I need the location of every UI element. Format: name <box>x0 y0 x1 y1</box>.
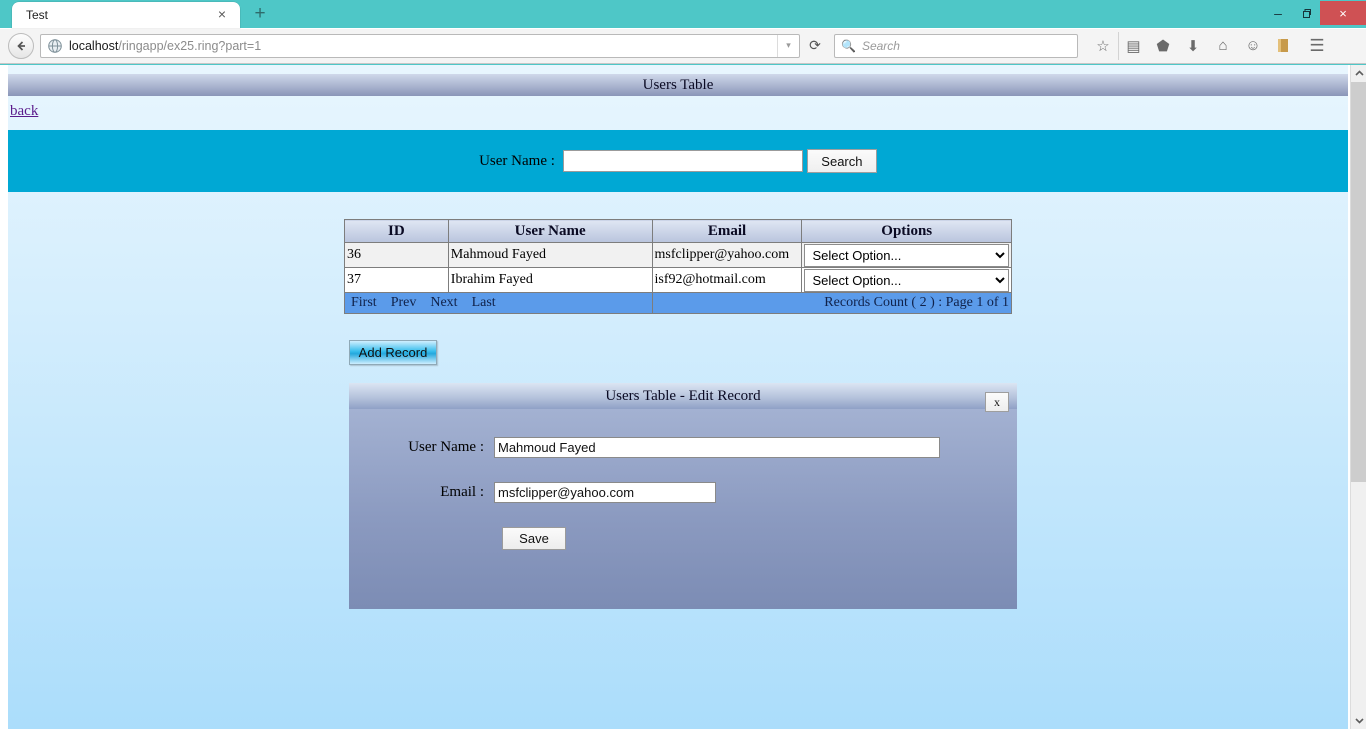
back-arrow-icon <box>14 39 28 53</box>
browser-search-box[interactable]: 🔍 Search <box>834 34 1078 58</box>
row-options-select[interactable]: Select Option... <box>804 269 1009 292</box>
restore-icon <box>1301 8 1312 19</box>
navigation-toolbar: localhost/ringapp/ex25.ring?part=1 ▾ ⟳ 🔍… <box>0 28 1366 64</box>
dialog-close-button[interactable]: x <box>985 392 1009 412</box>
restore-button[interactable] <box>1292 0 1320 26</box>
search-placeholder: Search <box>862 39 900 53</box>
dialog-title: Users Table - Edit Record <box>349 383 1017 409</box>
save-button[interactable]: Save <box>502 527 566 550</box>
back-link-row: back <box>8 96 1348 130</box>
cell-username: Mahmoud Fayed <box>448 243 652 268</box>
dialog-email-input[interactable] <box>494 482 716 503</box>
dialog-email-label: Email : <box>349 484 494 501</box>
pagination-links: First Prev Next Last <box>345 293 653 314</box>
chevron-up-icon <box>1355 70 1364 77</box>
pagination-last[interactable]: Last <box>472 295 496 311</box>
tab-title: Test <box>26 8 48 22</box>
bookmarks-library-icon[interactable] <box>1268 32 1298 60</box>
library-book-icon <box>1277 38 1290 53</box>
add-record-row: Add Record <box>349 340 1348 365</box>
bookmark-star-icon[interactable]: ☆ <box>1088 32 1118 60</box>
dialog-email-row: Email : <box>349 482 1017 503</box>
chevron-down-icon <box>1355 717 1364 724</box>
hello-smiley-icon[interactable]: ☺ <box>1238 32 1268 60</box>
column-header-username: User Name <box>448 220 652 243</box>
scroll-up-button[interactable] <box>1351 65 1366 82</box>
add-record-button[interactable]: Add Record <box>349 340 437 365</box>
window-controls: – × <box>1264 0 1366 26</box>
search-button[interactable]: Search <box>807 149 877 173</box>
search-icon: 🔍 <box>841 39 856 53</box>
browser-tab[interactable]: Test × <box>12 2 240 28</box>
reload-button[interactable]: ⟳ <box>802 34 828 58</box>
new-tab-button[interactable]: + <box>248 4 272 26</box>
cell-email: isf92@hotmail.com <box>652 268 802 293</box>
column-header-options: Options <box>802 220 1012 243</box>
tab-close-icon[interactable]: × <box>214 7 230 23</box>
search-panel: User Name : Search <box>8 130 1348 192</box>
pocket-icon[interactable]: ⬟ <box>1148 32 1178 60</box>
scrollbar-thumb[interactable] <box>1351 82 1366 482</box>
table-row: 36 Mahmoud Fayed msfclipper@yahoo.com Se… <box>345 243 1012 268</box>
page-title: Users Table <box>8 74 1348 96</box>
home-icon[interactable]: ⌂ <box>1208 32 1238 60</box>
tab-strip: Test × + – × <box>0 0 1366 28</box>
browser-window: Test × + – × <box>0 0 1366 729</box>
pagination-first[interactable]: First <box>351 295 377 311</box>
users-table: ID User Name Email Options 36 Mahmoud Fa… <box>344 219 1012 314</box>
vertical-scrollbar[interactable] <box>1350 65 1366 729</box>
cell-id: 36 <box>345 243 449 268</box>
scrollbar-track[interactable] <box>1351 82 1366 712</box>
cell-username: Ibrahim Fayed <box>448 268 652 293</box>
dialog-username-row: User Name : <box>349 437 1017 458</box>
table-footer-row: First Prev Next Last Records Count ( 2 )… <box>345 293 1012 314</box>
users-table-wrapper: ID User Name Email Options 36 Mahmoud Fa… <box>8 219 1348 314</box>
minimize-button[interactable]: – <box>1264 0 1292 26</box>
table-header-row: ID User Name Email Options <box>345 220 1012 243</box>
dialog-save-row: Save <box>502 527 1017 550</box>
web-page: Users Table back User Name : Search ID U… <box>0 65 1350 729</box>
dialog-username-input[interactable] <box>494 437 940 458</box>
column-header-email: Email <box>652 220 802 243</box>
cell-options: Select Option... <box>802 268 1012 293</box>
pagination-next[interactable]: Next <box>430 295 457 311</box>
cell-email: msfclipper@yahoo.com <box>652 243 802 268</box>
column-header-id: ID <box>345 220 449 243</box>
records-count-text: Records Count ( 2 ) : Page 1 of 1 <box>652 293 1011 314</box>
url-path: /ringapp/ex25.ring?part=1 <box>118 39 261 53</box>
url-bar[interactable]: localhost/ringapp/ex25.ring?part=1 ▾ <box>40 34 800 58</box>
search-username-label: User Name : <box>479 153 555 170</box>
scroll-down-button[interactable] <box>1351 712 1366 729</box>
close-window-button[interactable]: × <box>1320 1 1366 25</box>
downloads-icon[interactable]: ⬇ <box>1178 32 1208 60</box>
back-button[interactable] <box>8 33 34 59</box>
pagination-prev[interactable]: Prev <box>391 295 417 311</box>
cell-options: Select Option... <box>802 243 1012 268</box>
url-dropdown-icon[interactable]: ▾ <box>777 35 799 57</box>
cell-id: 37 <box>345 268 449 293</box>
search-username-input[interactable] <box>563 150 803 172</box>
dialog-body: User Name : Email : Save <box>349 409 1017 550</box>
table-row: 37 Ibrahim Fayed isf92@hotmail.com Selec… <box>345 268 1012 293</box>
page-viewport: Users Table back User Name : Search ID U… <box>0 65 1366 729</box>
back-page-link[interactable]: back <box>10 103 38 119</box>
globe-icon <box>47 38 63 54</box>
row-options-select[interactable]: Select Option... <box>804 244 1009 267</box>
url-text: localhost/ringapp/ex25.ring?part=1 <box>69 39 261 53</box>
url-host: localhost <box>69 39 118 53</box>
toolbar-icons: ☆ ▤ ⬟ ⬇ ⌂ ☺ ☰ <box>1088 32 1332 60</box>
hamburger-menu-icon[interactable]: ☰ <box>1302 32 1332 60</box>
dialog-username-label: User Name : <box>349 439 494 456</box>
reader-list-icon[interactable]: ▤ <box>1118 32 1148 60</box>
edit-record-dialog: Users Table - Edit Record x User Name : … <box>349 383 1017 609</box>
